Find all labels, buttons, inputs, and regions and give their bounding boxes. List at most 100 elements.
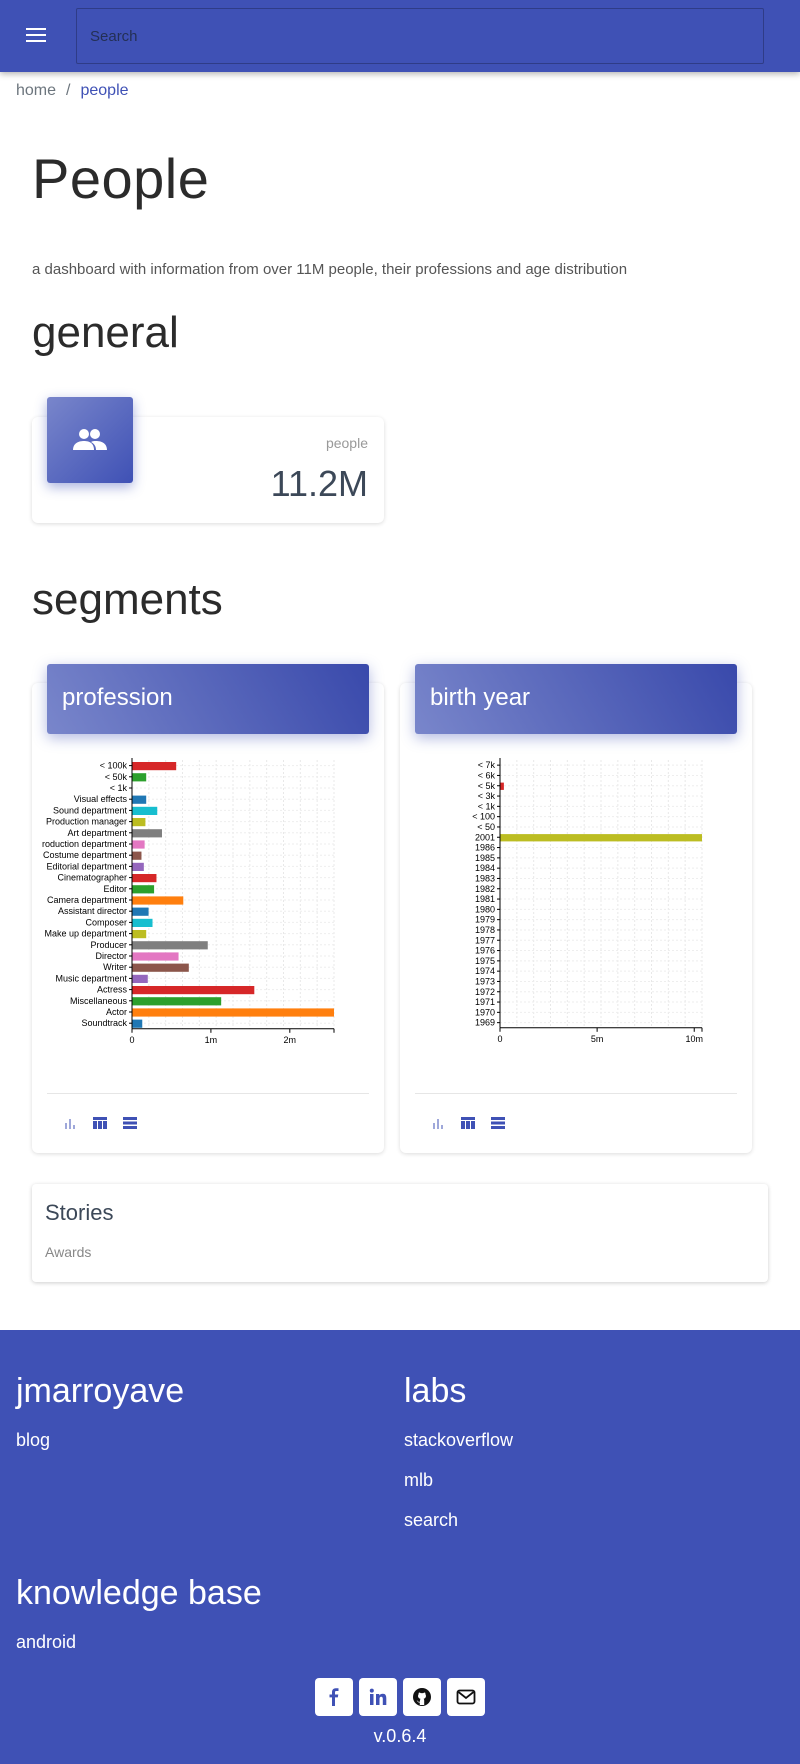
chart-toolbar <box>429 1114 507 1132</box>
tick-label: Director <box>95 951 127 961</box>
bar <box>132 930 147 939</box>
bar <box>132 907 149 916</box>
email-icon[interactable] <box>447 1678 485 1716</box>
bar-chart-icon[interactable] <box>429 1114 447 1132</box>
search-input[interactable] <box>77 9 763 63</box>
tick-label: 1983 <box>475 873 495 883</box>
tick-label: Sound department <box>53 805 128 815</box>
tick-label: Visual effects <box>74 794 128 804</box>
tick-label: Composer <box>85 917 127 927</box>
bar <box>132 862 144 871</box>
table-icon[interactable] <box>459 1114 477 1132</box>
footer-link-search[interactable]: search <box>404 1510 458 1531</box>
footer-link-stackoverflow[interactable]: stackoverflow <box>404 1430 513 1451</box>
list-icon[interactable] <box>121 1114 139 1132</box>
chart-toolbar <box>61 1114 139 1132</box>
bar <box>132 952 179 961</box>
bar-chart-icon[interactable] <box>61 1114 79 1132</box>
tick-label: < 1k <box>110 783 128 793</box>
breadcrumb-current[interactable]: people <box>80 82 128 100</box>
tick-label: < 100k <box>100 761 128 771</box>
page-subtitle: a dashboard with information from over 1… <box>32 261 628 278</box>
footer-link-blog[interactable]: blog <box>16 1430 50 1451</box>
tick-label: 0 <box>129 1035 134 1045</box>
tick-label: 1973 <box>475 976 495 986</box>
search-box <box>76 8 764 64</box>
menu-icon[interactable] <box>22 24 50 48</box>
stat-label: people <box>325 435 368 451</box>
bar <box>132 840 145 849</box>
tick-label: 10m <box>685 1034 703 1044</box>
footer-link-android[interactable]: android <box>16 1632 76 1653</box>
page-title: People <box>32 147 210 210</box>
tick-label: < 6k <box>478 770 496 780</box>
stories-card: Stories Awards <box>32 1184 768 1282</box>
tick-label: 1976 <box>475 946 495 956</box>
tick-label: Art department <box>67 828 127 838</box>
tick-label: < 7k <box>478 760 496 770</box>
tick-label: Make up department <box>44 929 127 939</box>
tick-label: 2001 <box>475 832 495 842</box>
footer-heading-jmarroyave: jmarroyave <box>16 1372 185 1410</box>
tick-label: 1975 <box>475 956 495 966</box>
bar <box>500 834 702 842</box>
tick-label: Writer <box>103 962 127 972</box>
list-icon[interactable] <box>489 1114 507 1132</box>
bar <box>132 885 155 894</box>
stat-value: 11.2M <box>270 463 368 504</box>
tick-label: 1m <box>205 1035 218 1045</box>
tick-label: Production manager <box>46 817 127 827</box>
tick-label: Editorial department <box>46 861 127 871</box>
bar <box>132 818 146 827</box>
breadcrumb-home-link[interactable]: home <box>16 82 56 100</box>
tick-label: 0 <box>497 1034 502 1044</box>
tick-label: Costume department <box>43 850 128 860</box>
bar <box>132 851 142 860</box>
bar <box>132 806 158 815</box>
tick-label: 1972 <box>475 987 495 997</box>
tick-label: Cinematographer <box>57 873 127 883</box>
bar <box>500 782 504 790</box>
tick-label: Editor <box>103 884 127 894</box>
bar <box>132 974 148 983</box>
tick-label: 1979 <box>475 915 495 925</box>
birth-year-bar-chart: < 7k< 6k< 5k< 3k< 1k< 100< 5020011986198… <box>472 758 703 1044</box>
github-icon[interactable] <box>403 1678 441 1716</box>
tick-label: < 5k <box>478 781 496 791</box>
tick-label: 1970 <box>475 1007 495 1017</box>
tick-label: 1969 <box>475 1018 495 1028</box>
tick-label: 1978 <box>475 925 495 935</box>
facebook-icon[interactable] <box>315 1678 353 1716</box>
profession-bar-chart: < 100k< 50k< 1kVisual effectsSound depar… <box>42 758 335 1045</box>
segment-card-title: profession <box>47 664 369 734</box>
footer-link-mlb[interactable]: mlb <box>404 1470 433 1491</box>
segment-card-title: birth year <box>415 664 737 734</box>
bar <box>132 941 208 950</box>
tick-label: Actor <box>106 1007 127 1017</box>
tick-label: 1980 <box>475 904 495 914</box>
bar <box>132 1019 143 1028</box>
bar <box>132 963 189 972</box>
tick-label: 1985 <box>475 853 495 863</box>
tick-label: 1986 <box>475 843 495 853</box>
linkedin-icon[interactable] <box>359 1678 397 1716</box>
tick-label: Miscellaneous <box>70 996 128 1006</box>
table-icon[interactable] <box>91 1114 109 1132</box>
tick-label: 1981 <box>475 894 495 904</box>
tick-label: Music department <box>55 973 127 983</box>
stories-link-awards[interactable]: Awards <box>45 1244 91 1260</box>
footer-heading-labs: labs <box>404 1372 467 1410</box>
tick-label: 2m <box>284 1035 297 1045</box>
footer: jmarroyave blog labs stackoverflow mlb s… <box>0 1330 800 1764</box>
bar <box>132 762 177 771</box>
tick-label: 1971 <box>475 997 495 1007</box>
tick-label: Camera department <box>47 895 128 905</box>
stories-title: Stories <box>45 1200 114 1225</box>
tick-label: Assistant director <box>58 906 127 916</box>
section-heading-general: general <box>32 308 179 357</box>
card-divider <box>47 1093 369 1094</box>
bar <box>132 795 147 804</box>
tick-label: 1977 <box>475 935 495 945</box>
tick-label: Soundtrack <box>81 1018 127 1028</box>
tick-label: < 100 <box>472 812 495 822</box>
